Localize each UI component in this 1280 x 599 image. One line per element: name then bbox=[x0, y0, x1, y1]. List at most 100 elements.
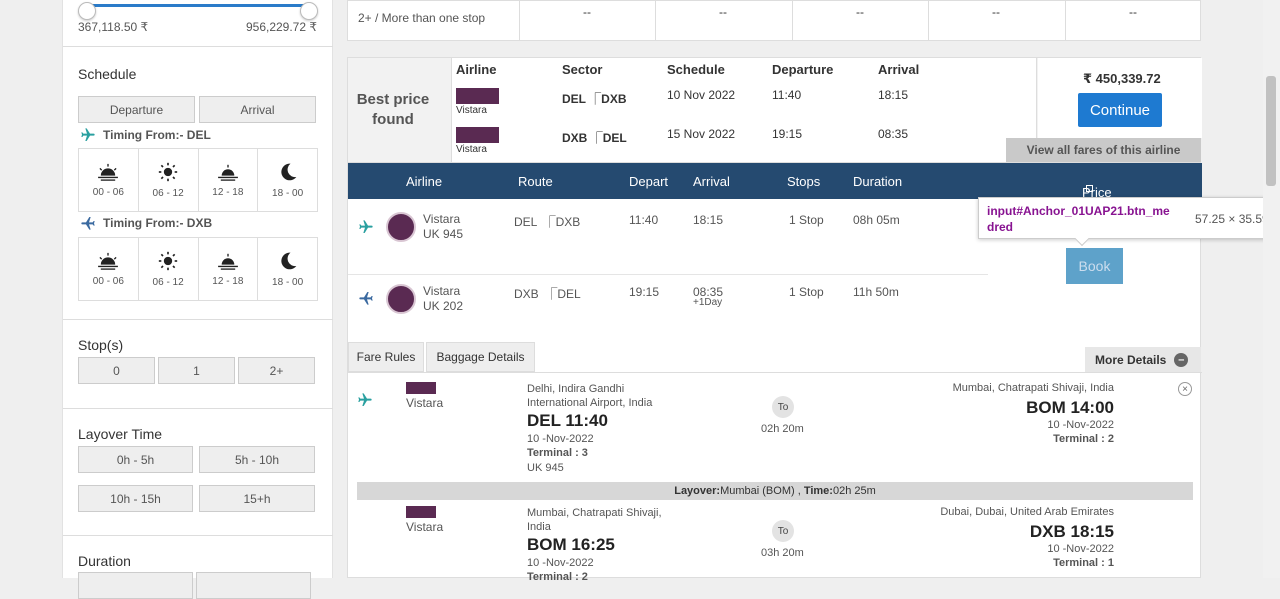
route-from: DEL bbox=[514, 215, 537, 229]
seg1-from-time: DEL 11:40 bbox=[527, 411, 608, 430]
time-slot-night[interactable]: 18 - 00 bbox=[258, 149, 317, 211]
arrival-time: 18:15 bbox=[878, 88, 909, 102]
plane-icon bbox=[81, 128, 95, 141]
divider bbox=[655, 1, 656, 41]
header-depart[interactable]: Depart bbox=[629, 174, 668, 189]
sector: DEL ⎾DXB bbox=[562, 90, 627, 107]
stops: 1 Stop bbox=[789, 285, 824, 299]
stops-0-button[interactable]: 0 bbox=[78, 357, 155, 384]
layover-5-10-button[interactable]: 5h - 10h bbox=[199, 446, 315, 473]
seg2-from-city: Mumbai, Chatrapati Shivaji, India bbox=[527, 507, 662, 533]
departure-time: 19:15 bbox=[772, 127, 803, 141]
time-slot-label: 18 - 00 bbox=[272, 187, 304, 199]
flight-airline: Vistara bbox=[423, 284, 461, 298]
results-header: Airline Route Depart Arrival Stops Durat… bbox=[348, 163, 1202, 200]
seg1-flight-number: UK 945 bbox=[527, 462, 564, 474]
plane-icon bbox=[81, 217, 95, 230]
arrival-next-day: +1Day bbox=[693, 297, 723, 308]
header-arrival[interactable]: Arrival bbox=[693, 174, 730, 189]
best-price: ₹ 450,339.72 bbox=[1083, 71, 1161, 86]
stops-title: Stop(s) bbox=[78, 337, 124, 353]
time-slot-afternoon[interactable]: 12 - 18 bbox=[199, 149, 259, 211]
sunrise-icon bbox=[98, 163, 119, 181]
layover-0-5-button[interactable]: 0h - 5h bbox=[78, 446, 193, 473]
layover-15plus-button[interactable]: 15+h bbox=[199, 485, 315, 512]
duration: 08h 05m bbox=[853, 213, 900, 227]
time-slot-morning[interactable]: 06 - 12 bbox=[139, 238, 199, 300]
route-to: DXB bbox=[555, 215, 581, 229]
more-details-toggle[interactable]: More Details – bbox=[1085, 347, 1201, 372]
sunrise-icon bbox=[98, 252, 119, 270]
route: DXB ⎾DEL bbox=[514, 287, 581, 301]
seg2-to-city: Dubai, Dubai, United Arab Emirates bbox=[940, 506, 1114, 518]
scrollbar-thumb[interactable] bbox=[1266, 76, 1276, 186]
stops-2plus-button[interactable]: 2+ bbox=[238, 357, 315, 384]
flight-airline: Vistara bbox=[423, 212, 461, 226]
sunset-icon bbox=[217, 253, 238, 270]
duration-button[interactable] bbox=[196, 572, 311, 599]
layover-time-label: Time: bbox=[803, 485, 833, 497]
header-route[interactable]: Route bbox=[518, 174, 553, 189]
seg2-from-time: BOM 16:25 bbox=[527, 535, 615, 554]
header-airline[interactable]: Airline bbox=[406, 174, 442, 189]
vistara-logo bbox=[386, 284, 416, 314]
seg2-to-date: 10 -Nov-2022 bbox=[1047, 543, 1114, 555]
schedule-arrival-tab[interactable]: Arrival bbox=[199, 96, 316, 123]
airline-name: Vistara bbox=[456, 144, 487, 155]
page-scrollbar[interactable] bbox=[1263, 0, 1280, 578]
summary-value: -- bbox=[719, 5, 727, 19]
divider bbox=[348, 372, 1202, 373]
layover-time: 02h 25m bbox=[832, 485, 876, 497]
time-slot-label: 00 - 06 bbox=[92, 275, 124, 287]
timing-del-label: Timing From:- DEL bbox=[79, 127, 211, 143]
duration-button[interactable] bbox=[78, 572, 193, 599]
price-slider-min-handle[interactable] bbox=[78, 2, 96, 20]
filter-sidebar: 367,118.50 ₹ 956,229.72 ₹ Schedule Depar… bbox=[62, 0, 333, 599]
moon-icon bbox=[280, 252, 296, 269]
seg1-to-city: Mumbai, Chatrapati Shivaji, India bbox=[952, 382, 1114, 394]
continue-button[interactable]: Continue bbox=[1078, 93, 1162, 127]
price-slider-max-handle[interactable] bbox=[300, 2, 318, 20]
flight-row[interactable]: Vistara UK 945 DEL ⎾DXB 11:40 18:15 1 St… bbox=[348, 199, 988, 275]
seg1-from-date: 10 -Nov-2022 bbox=[527, 433, 594, 445]
seg1-to-date: 10 -Nov-2022 bbox=[1047, 419, 1114, 431]
stops-summary-row: 2+ / More than one stop -- -- -- -- -- bbox=[347, 0, 1201, 41]
time-slot-early-morning[interactable]: 00 - 06 bbox=[79, 149, 139, 211]
summary-value: -- bbox=[992, 5, 1000, 19]
stops-1-button[interactable]: 1 bbox=[158, 357, 235, 384]
vistara-logo bbox=[406, 506, 436, 518]
tab-fare-rules[interactable]: Fare Rules bbox=[348, 342, 424, 372]
time-slot-morning[interactable]: 06 - 12 bbox=[139, 149, 199, 211]
duration-title: Duration bbox=[78, 553, 131, 569]
summary-label: 2+ / More than one stop bbox=[358, 11, 486, 25]
seg2-to-badge: To bbox=[772, 520, 794, 542]
sector-from: DXB bbox=[562, 131, 588, 145]
layover-10-15-button[interactable]: 10h - 15h bbox=[78, 485, 193, 512]
flight-row[interactable]: Vistara UK 202 DXB ⎾DEL 19:15 08:35 +1Da… bbox=[348, 276, 988, 338]
seg2-to-terminal: Terminal : 1 bbox=[1053, 557, 1114, 569]
time-slot-label: 06 - 12 bbox=[152, 187, 184, 199]
summary-value: -- bbox=[583, 5, 591, 19]
header-duration[interactable]: Duration bbox=[853, 174, 902, 189]
layover-title: Layover Time bbox=[78, 426, 163, 442]
header-stops[interactable]: Stops bbox=[787, 174, 820, 189]
time-slot-label: 18 - 00 bbox=[272, 276, 304, 288]
time-slot-afternoon[interactable]: 12 - 18 bbox=[199, 238, 259, 300]
layover-bar: Layover: Mumbai (BOM) , Time: 02h 25m bbox=[357, 482, 1193, 500]
time-slot-early-morning[interactable]: 00 - 06 bbox=[79, 238, 139, 300]
book-button[interactable]: Book bbox=[1066, 248, 1123, 284]
plane-icon bbox=[359, 292, 373, 305]
view-all-fares-button[interactable]: View all fares of this airline bbox=[1006, 138, 1201, 162]
more-details-label: More Details bbox=[1095, 352, 1167, 367]
tab-baggage-details[interactable]: Baggage Details bbox=[426, 342, 535, 372]
seg2-duration: 03h 20m bbox=[761, 547, 804, 559]
plane-icon bbox=[359, 220, 373, 233]
best-price-table: Airline Sector Schedule Departure Arriva… bbox=[451, 58, 1037, 164]
price-slider[interactable] bbox=[78, 2, 318, 20]
arrival-time: 08:35 bbox=[878, 127, 909, 141]
layover-label: Layover: bbox=[674, 485, 721, 497]
schedule-departure-tab[interactable]: Departure bbox=[78, 96, 195, 123]
time-slot-night[interactable]: 18 - 00 bbox=[258, 238, 317, 300]
close-icon[interactable]: × bbox=[1178, 382, 1192, 396]
sector: DXB ⎾DEL bbox=[562, 129, 627, 146]
